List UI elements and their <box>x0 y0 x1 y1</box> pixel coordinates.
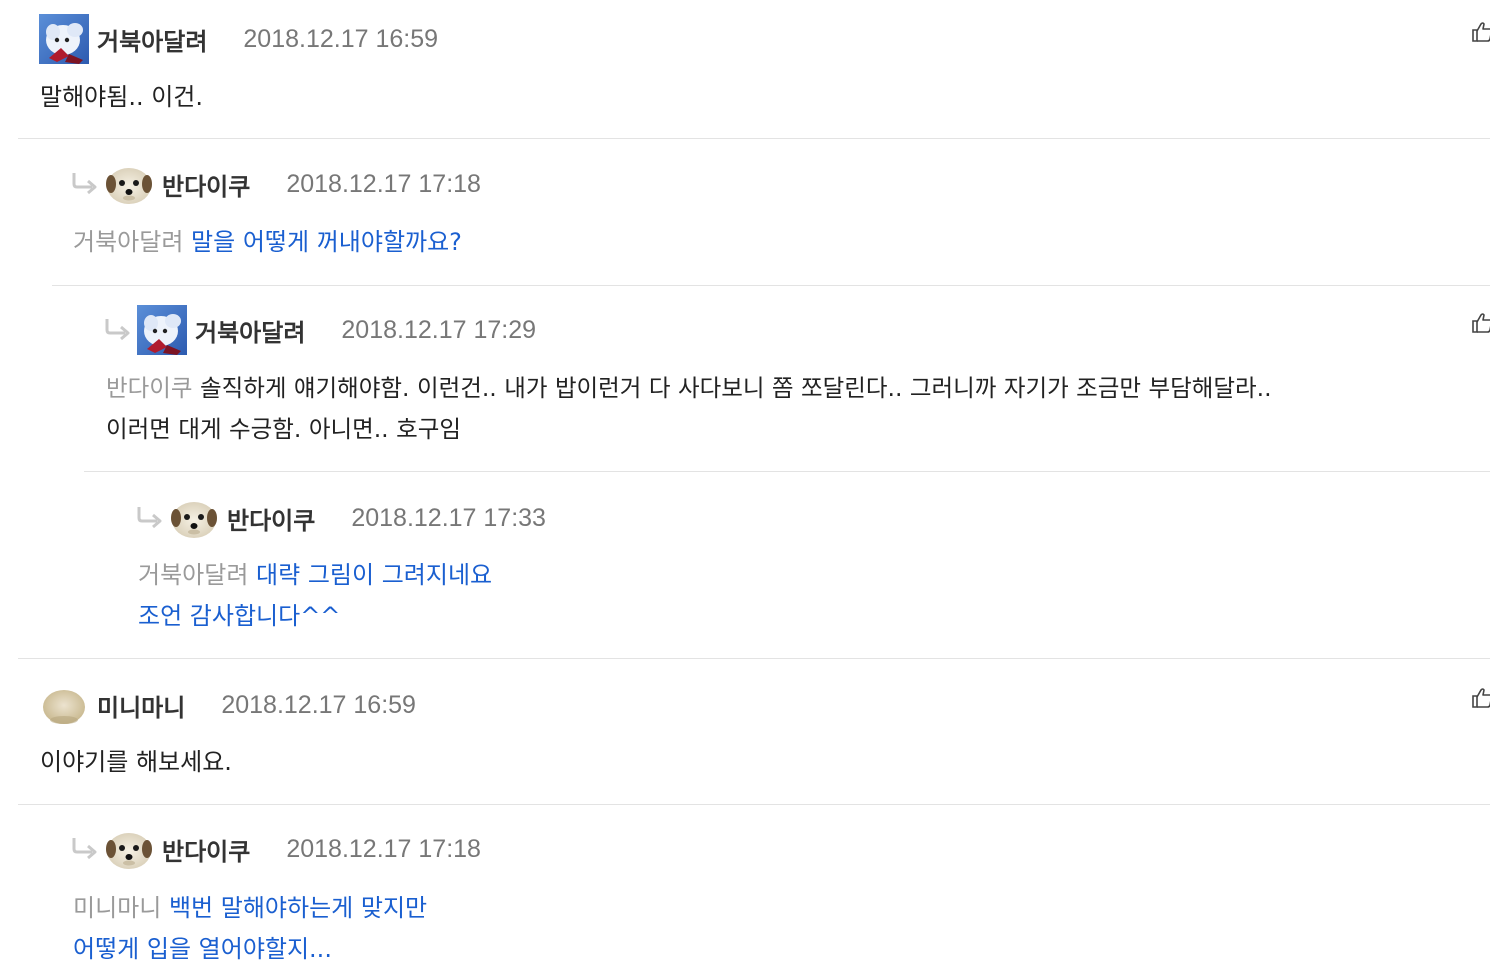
reply-arrow-icon <box>135 504 167 532</box>
comment-text: 거북아달려 말을 어떻게 꺼내야할까요? <box>73 222 462 263</box>
comment-header: 거북아달려 2018.12.17 17:29 <box>103 305 536 355</box>
avatar[interactable] <box>104 159 154 209</box>
comment-line: 거북아달려 대략 그림이 그려지네요 <box>138 555 492 596</box>
avatar[interactable] <box>39 14 89 64</box>
comment-text: 반다이쿠 솔직하게 얘기해야함. 이런건.. 내가 밥이런거 다 사다보니 쫌 … <box>106 368 1272 450</box>
reply-arrow-icon <box>70 170 102 198</box>
comment-date: 2018.12.17 17:33 <box>351 503 546 532</box>
avatar[interactable] <box>104 824 154 874</box>
comment-author[interactable]: 반다이쿠 <box>162 832 250 867</box>
avatar[interactable] <box>169 493 219 543</box>
comment-author[interactable]: 미니마니 <box>97 688 185 723</box>
mention-link[interactable]: 미니마니 <box>73 894 161 922</box>
comment-author[interactable]: 거북아달려 <box>195 313 305 348</box>
comment-text-content: 어떻게 입을 열어야할지... <box>73 935 332 963</box>
comment-date: 2018.12.17 17:29 <box>341 315 537 344</box>
comment-line: 반다이쿠 솔직하게 얘기해야함. 이런건.. 내가 밥이런거 다 사다보니 쫌 … <box>106 368 1272 409</box>
comment-line: 미니마니 백번 말해야하는게 맞지만 <box>73 888 427 929</box>
reply-arrow-icon <box>70 835 102 863</box>
divider <box>18 804 1490 805</box>
divider <box>84 471 1490 472</box>
comment-author[interactable]: 반다이쿠 <box>162 167 250 202</box>
comment-text-content: 조언 감사합니다^^ <box>138 602 341 630</box>
comment-text: 말해야됨.. 이건. <box>40 77 203 118</box>
thumbs-up-icon[interactable] <box>1470 686 1490 710</box>
comment-text: 미니마니 백번 말해야하는게 맞지만 어떻게 입을 열어야할지... <box>73 888 427 970</box>
mention-link[interactable]: 반다이쿠 <box>106 374 192 402</box>
comment-date: 2018.12.17 16:59 <box>243 24 439 53</box>
comment-header: 미니마니 2018.12.17 16:59 <box>39 680 416 730</box>
comment-line: 어떻게 입을 열어야할지... <box>73 929 427 970</box>
comment-text-content: 백번 말해야하는게 맞지만 <box>168 894 428 922</box>
mention-link[interactable]: 거북아달려 <box>73 228 183 256</box>
comment-text: 이야기를 해보세요. <box>40 742 232 783</box>
reply-arrow-icon <box>103 316 135 344</box>
thumbs-up-icon[interactable] <box>1470 20 1490 44</box>
comment-text-content: 솔직하게 얘기해야함. 이런건.. 내가 밥이런거 다 사다보니 쫌 쪼달린다.… <box>199 374 1272 402</box>
avatar[interactable] <box>39 680 89 730</box>
comment-author[interactable]: 반다이쿠 <box>227 501 315 536</box>
divider <box>18 658 1490 659</box>
comment-text-content: 말을 어떻게 꺼내야할까요? <box>191 228 462 256</box>
comment-date: 2018.12.17 17:18 <box>286 834 481 863</box>
comment-header: 반다이쿠 2018.12.17 17:33 <box>135 493 546 543</box>
mention-link[interactable]: 거북아달려 <box>138 561 248 589</box>
comment-text-content: 이야기를 해보세요. <box>40 748 232 776</box>
comment-line: 조언 감사합니다^^ <box>138 596 492 637</box>
comment-text: 거북아달려 대략 그림이 그려지네요 조언 감사합니다^^ <box>138 555 492 637</box>
comment-author[interactable]: 거북아달려 <box>97 22 207 57</box>
thumbs-up-icon[interactable] <box>1470 311 1490 335</box>
divider <box>52 285 1490 286</box>
comment-text-content: 말해야됨.. 이건. <box>40 83 203 111</box>
comment-line: 이러면 대게 수긍함. 아니면.. 호구임 <box>106 409 1272 450</box>
comment-header: 반다이쿠 2018.12.17 17:18 <box>70 159 481 209</box>
comment-text-content: 이러면 대게 수긍함. 아니면.. 호구임 <box>106 415 461 443</box>
comment-header: 거북아달려 2018.12.17 16:59 <box>39 14 438 64</box>
comment-date: 2018.12.17 17:18 <box>286 169 481 198</box>
avatar[interactable] <box>137 305 187 355</box>
comment-header: 반다이쿠 2018.12.17 17:18 <box>70 824 481 874</box>
comment-date: 2018.12.17 16:59 <box>221 690 416 719</box>
comment-text-content: 대략 그림이 그려지네요 <box>256 561 493 589</box>
divider <box>18 138 1490 139</box>
